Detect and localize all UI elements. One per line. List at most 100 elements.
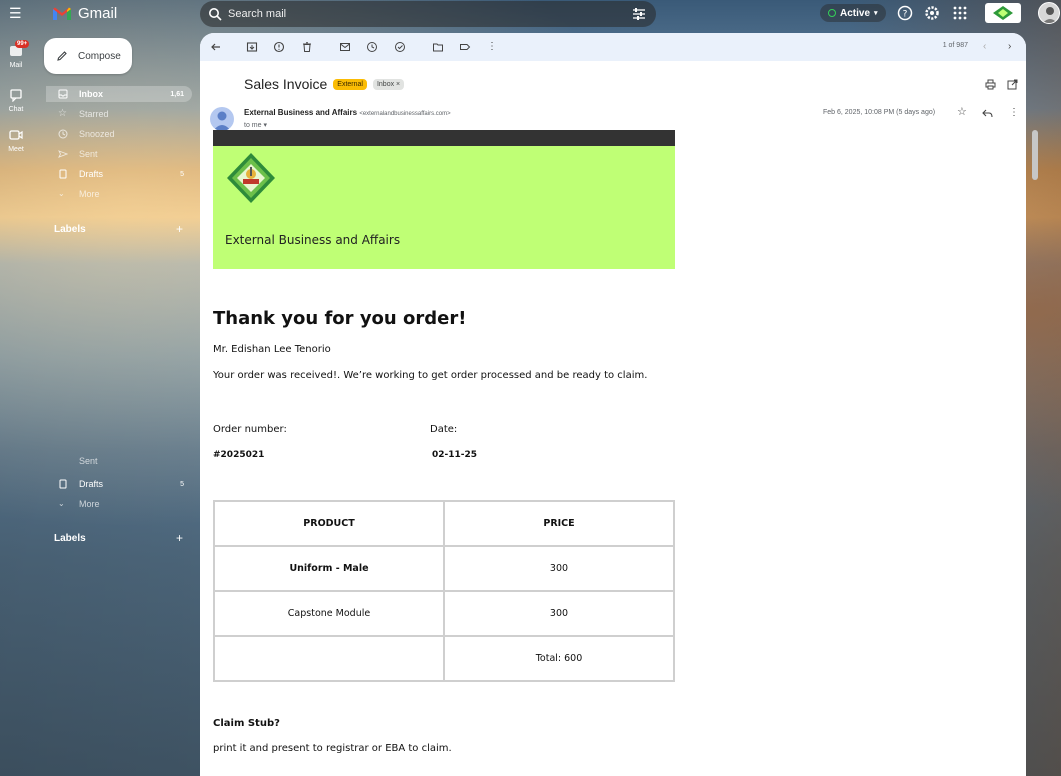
order-date-value: 02-11-25 (432, 450, 478, 460)
compose-button[interactable]: Compose (44, 38, 132, 74)
send-icon (58, 456, 68, 466)
rail-meet[interactable]: Meet (0, 128, 32, 153)
status-pill[interactable]: Active ▾ (820, 4, 886, 22)
nav-item-drafts[interactable]: Drafts 5 (46, 166, 192, 182)
apps-grid-icon[interactable] (952, 5, 968, 21)
archive-icon[interactable] (246, 41, 258, 53)
top-bar: ☰ Gmail Search mail Active ▾ ? (0, 0, 1061, 28)
message-subject: Sales Invoice External Inbox × (244, 76, 405, 92)
rail-mail[interactable]: 99+ Mail (0, 40, 32, 69)
order-items-table: PRODUCT PRICE Uniform - Male 300 Capston… (213, 500, 675, 682)
org-diamond-icon (993, 6, 1013, 20)
customer-name: Mr. Edishan Lee Tenorio (213, 344, 331, 355)
table-header: PRICE (443, 500, 675, 547)
table-row: Capstone Module 300 (213, 590, 675, 637)
org-name: External Business and Affairs (225, 233, 401, 247)
banner-dark-strip (213, 130, 675, 146)
recipient-details[interactable]: to me ▾ (244, 121, 267, 129)
open-new-window-icon[interactable] (1007, 79, 1018, 90)
delete-icon[interactable] (301, 41, 313, 53)
older-chevron-icon[interactable]: › (1008, 41, 1020, 53)
message-toolbar: ⋮ 1 of 987 ‹ › (200, 33, 1026, 61)
chevron-down-icon: ⌄ (58, 499, 65, 508)
status-label: Active (840, 7, 871, 19)
app-name: Gmail (78, 5, 118, 22)
search-bar[interactable]: Search mail (200, 1, 656, 27)
search-icon[interactable] (208, 7, 222, 21)
compose-label: Compose (78, 50, 121, 62)
unread-count: 1,61 (170, 90, 184, 98)
more-vert-icon[interactable]: ⋮ (487, 41, 499, 53)
nav-label: Drafts (79, 479, 104, 489)
nav-label: Starred (79, 109, 109, 119)
sender-line: External Business and Affairs <externala… (244, 108, 451, 117)
sender-avatar[interactable] (210, 107, 234, 131)
nav-label: Sent (79, 149, 98, 159)
nav-item-sent[interactable]: Sent (46, 146, 192, 162)
send-icon (58, 150, 68, 158)
nav-item-more-dup[interactable]: ⌄ More (46, 496, 192, 512)
help-icon[interactable]: ? (897, 5, 913, 21)
more-vert-icon[interactable]: ⋮ (1009, 107, 1020, 118)
report-spam-icon[interactable] (273, 41, 285, 53)
nav-item-sent-dup[interactable]: Sent (46, 456, 192, 466)
sender-name[interactable]: External Business and Affairs (244, 108, 357, 117)
gmail-logo[interactable]: Gmail (52, 5, 117, 22)
order-number-value: #2025021 (213, 450, 265, 460)
search-options-icon[interactable] (632, 7, 646, 21)
table-cell: Capstone Module (213, 590, 445, 637)
table-header: PRODUCT (213, 500, 445, 547)
newer-chevron-icon[interactable]: ‹ (983, 41, 995, 53)
nav-label: More (79, 499, 100, 509)
sender-email: <externalandbusinessaffairs.com> (359, 111, 451, 117)
rail-chat[interactable]: Chat (0, 88, 32, 113)
chevron-down-icon: ▾ (874, 10, 878, 17)
snooze-clock-icon[interactable] (366, 41, 378, 53)
pager-text: 1 of 987 (942, 42, 968, 49)
move-to-icon[interactable] (432, 41, 444, 53)
star-icon: ☆ (58, 108, 67, 119)
back-arrow-icon[interactable] (210, 41, 222, 53)
draft-count: 5 (180, 170, 184, 178)
pencil-icon (57, 51, 67, 61)
scrollbar-thumb[interactable] (1032, 130, 1038, 180)
labels-header: Labels (54, 224, 86, 235)
mark-unread-icon[interactable] (339, 41, 351, 53)
main-menu-icon[interactable]: ☰ (9, 6, 23, 20)
external-tag: External (333, 78, 367, 90)
nav-label: More (79, 189, 100, 199)
settings-gear-icon[interactable] (924, 5, 940, 21)
person-icon (213, 111, 231, 131)
search-input[interactable]: Search mail (228, 8, 286, 20)
claim-instructions: print it and present to registrar or EBA… (213, 743, 452, 754)
rail-label: Meet (8, 146, 24, 153)
unread-badge: 99+ (15, 40, 30, 48)
nav-item-drafts-dup[interactable]: Drafts 5 (46, 476, 192, 492)
table-cell (213, 635, 445, 682)
nav-item-more[interactable]: ⌄ More (46, 186, 192, 202)
svg-text:?: ? (903, 10, 908, 20)
subject-text: Sales Invoice (244, 76, 328, 92)
add-task-icon[interactable] (394, 41, 406, 53)
status-dot-icon (828, 9, 836, 17)
organization-logo[interactable] (985, 3, 1021, 23)
add-label-button-dup[interactable]: + (176, 531, 183, 545)
header-banner: External Business and Affairs (213, 146, 675, 269)
nav-item-snoozed[interactable]: Snoozed (46, 126, 192, 142)
star-icon[interactable]: ☆ (957, 107, 968, 118)
table-cell: 300 (443, 545, 675, 592)
print-icon[interactable] (985, 79, 996, 90)
add-label-button[interactable]: + (176, 222, 183, 236)
video-icon (9, 130, 23, 140)
chat-icon (10, 89, 22, 103)
draft-count: 5 (180, 480, 184, 488)
label-icon[interactable] (459, 41, 471, 53)
nav-item-inbox[interactable]: Inbox 1,61 (46, 86, 192, 102)
table-cell: Total: 600 (443, 635, 675, 682)
rail-label: Chat (8, 106, 24, 113)
inbox-label-chip[interactable]: Inbox × (372, 78, 405, 90)
account-avatar[interactable] (1038, 2, 1060, 24)
nav-item-starred[interactable]: ☆ Starred (46, 106, 192, 122)
reply-icon[interactable] (982, 108, 993, 119)
table-header-row: PRODUCT PRICE (213, 500, 675, 547)
